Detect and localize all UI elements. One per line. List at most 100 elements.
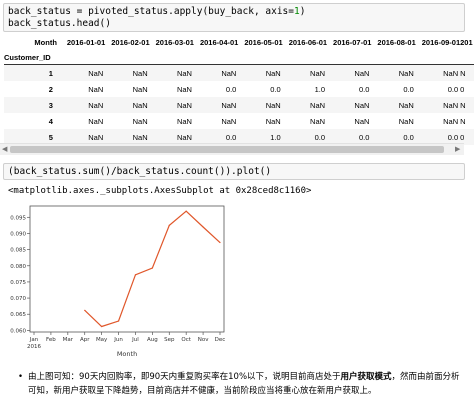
- table-cell: NaN: [176, 84, 192, 94]
- table-cell: 0: [460, 84, 465, 94]
- x-tick-label: Apr: [80, 337, 90, 343]
- column-header: 2016-05-01: [244, 37, 283, 47]
- table-cell: NaN: [415, 97, 461, 113]
- y-tick-label: 0.065: [10, 312, 26, 318]
- columns-label: Month: [34, 37, 57, 47]
- note-bold-text: 用户获取模式: [340, 372, 392, 382]
- table-cell: N: [460, 97, 474, 113]
- y-tick-label: 0.060: [10, 328, 26, 334]
- row-index: 2: [48, 84, 53, 94]
- x-tick-label: 2016: [27, 344, 41, 350]
- table-row: 2 NaN NaN NaN 0.0 0.0 1.0 0.0 0.0 0.0 0: [4, 81, 474, 97]
- data-point: [151, 267, 153, 269]
- horizontal-scrollbar[interactable]: ◀ ▶: [0, 143, 464, 155]
- x-axis-label: Month: [117, 350, 137, 358]
- table-cell: 0.0: [403, 84, 414, 94]
- line-chart: 0.060 0.065 0.070 0.075 0.080 0.085 0.090 0.095…: [10, 205, 226, 358]
- table-cell: NaN: [88, 84, 104, 94]
- y-tick-label: 0.085: [10, 248, 26, 254]
- code-line-1: (back_status.sum()/back_status.count()).…: [8, 166, 272, 177]
- column-header: 2016-07-01: [333, 37, 372, 47]
- column-header: 2016-09-01: [421, 37, 461, 47]
- x-tick-label: Oct: [181, 337, 191, 343]
- table-header-row: Month 2016-01-01 2016-02-01 2016-03-01 2…: [4, 34, 474, 50]
- code-keyword-arg: axis: [265, 6, 289, 17]
- table-row: 1 NaN NaN NaN NaN NaN NaN NaN NaN NaN N: [4, 64, 474, 81]
- column-header: 2016-02-01: [111, 37, 150, 47]
- table-row: 4 NaN NaN NaN NaN NaN NaN NaN NaN NaN N: [4, 113, 474, 129]
- table-cell: NaN: [282, 64, 328, 81]
- table-cell: 0.0: [358, 84, 370, 94]
- table-cell: 0.0: [447, 84, 459, 94]
- table-cell: NaN: [327, 64, 372, 81]
- data-point: [101, 325, 103, 328]
- table-cell: N: [460, 116, 466, 126]
- table-cell: N: [460, 64, 474, 81]
- table-cell: NaN: [176, 116, 192, 126]
- index-header-row: Customer_ID: [4, 50, 474, 65]
- y-tick-label: 0.075: [10, 280, 26, 286]
- row-index: 3: [4, 97, 61, 113]
- table-cell: NaN: [193, 97, 239, 113]
- table-cell: NaN: [149, 97, 194, 113]
- table-cell: NaN: [221, 116, 237, 126]
- table-cell: NaN: [60, 97, 106, 113]
- dataframe-table: Month 2016-01-01 2016-02-01 2016-03-01 2…: [4, 34, 474, 145]
- table-cell: NaN: [415, 64, 461, 81]
- code-line-1: back_status = pivoted_status.apply(buy_b…: [8, 6, 460, 18]
- row-index: 4: [48, 116, 53, 126]
- table-cell: NaN: [193, 64, 239, 81]
- code-cell-input-2[interactable]: (back_status.sum()/back_status.count()).…: [3, 163, 465, 180]
- index-label: Customer_ID: [4, 50, 61, 65]
- plot-area-frame: [29, 205, 225, 333]
- table-cell: NaN: [132, 116, 148, 126]
- y-tick-label: 0.095: [10, 215, 26, 221]
- table-cell: NaN: [88, 116, 104, 126]
- column-header: 2016-01-01: [66, 37, 106, 47]
- table-cell: NaN: [149, 64, 194, 81]
- x-tick-label: Nov: [198, 337, 209, 343]
- x-tick-label: Dec: [215, 337, 226, 343]
- column-header: 201: [460, 37, 473, 47]
- cell-output-text: <matplotlib.axes._subplots.AxesSubplot a…: [8, 186, 312, 196]
- table-cell: NaN: [443, 116, 459, 126]
- table-row: 3 NaN NaN NaN NaN NaN NaN NaN NaN NaN N: [4, 97, 474, 113]
- x-tick-label: Jun: [113, 337, 123, 343]
- data-point: [219, 241, 221, 244]
- note-text: 由上图可知：90天内回购率，即90天内重复购买率在10%以下，说明目前商店处于: [28, 372, 341, 382]
- table-cell: NaN: [132, 84, 148, 94]
- table-cell: NaN: [398, 116, 414, 126]
- table-cell: NaN: [354, 116, 370, 126]
- table-cell: 0.0: [270, 84, 281, 94]
- table-cell: NaN: [282, 97, 328, 113]
- table-cell: 0.0: [225, 84, 237, 94]
- table-cell: NaN: [105, 97, 150, 113]
- y-tick-label: 0.080: [10, 264, 26, 270]
- table-cell: NaN: [371, 97, 416, 113]
- scroll-left-icon[interactable]: ◀: [2, 145, 7, 153]
- x-tick-label: Mar: [63, 337, 74, 343]
- scroll-right-icon[interactable]: ▶: [455, 145, 460, 153]
- column-header: 2016-08-01: [377, 37, 416, 47]
- table-cell: NaN: [371, 64, 416, 81]
- x-tick-label: Sep: [164, 337, 175, 343]
- code-line-2: back_status.head(): [8, 18, 111, 29]
- column-header: 2016-04-01: [199, 37, 239, 47]
- x-tick-label: May: [96, 337, 108, 343]
- table-cell: NaN: [265, 116, 281, 126]
- x-tick-label: Jan: [29, 337, 39, 343]
- bullet-icon: •: [18, 372, 24, 382]
- code-text: back_status = pivoted_status.apply(buy_b…: [8, 6, 266, 17]
- data-point: [202, 226, 204, 228]
- y-tick-label: 0.070: [10, 296, 26, 302]
- table-cell: NaN: [238, 64, 283, 81]
- table-cell: 1.0: [314, 84, 326, 94]
- data-point: [84, 309, 86, 311]
- table-cell: NaN: [60, 64, 106, 81]
- x-tick-label: Jul: [131, 337, 139, 343]
- code-cell-input-1[interactable]: back_status = pivoted_status.apply(buy_b…: [3, 3, 465, 32]
- row-index: 1: [4, 64, 61, 81]
- data-point: [134, 274, 137, 276]
- scrollbar-thumb[interactable]: [10, 146, 444, 153]
- x-tick-label: Feb: [46, 337, 56, 343]
